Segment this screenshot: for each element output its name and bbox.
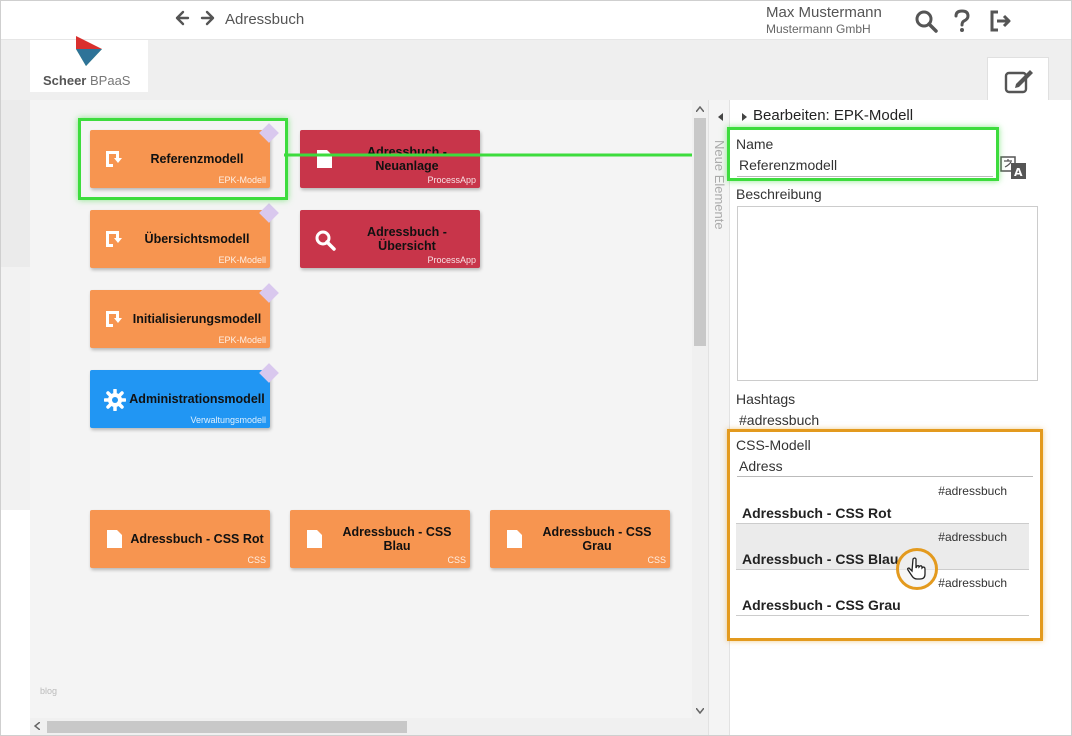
search-icon bbox=[314, 229, 336, 251]
css-input-underline bbox=[737, 476, 1033, 477]
card-type: EPK-Modell bbox=[218, 255, 266, 265]
option-tag: #adressbuch bbox=[938, 484, 1007, 498]
name-input[interactable]: Referenzmodell bbox=[739, 157, 837, 173]
card-type: CSS bbox=[447, 555, 466, 565]
logo-text: Scheer BPaaS bbox=[43, 73, 131, 88]
vertical-scrollbar[interactable] bbox=[692, 100, 708, 718]
css-model-input[interactable]: Adress bbox=[739, 458, 783, 474]
translate-icon[interactable]: A bbox=[1000, 154, 1028, 187]
card-adressbuch-uebersicht[interactable]: Adressbuch - Übersicht ProcessApp bbox=[300, 210, 480, 268]
scroll-left-icon[interactable] bbox=[33, 721, 41, 733]
option-name: Adressbuch - CSS Blau bbox=[742, 551, 899, 567]
hashtags-input[interactable]: #adressbuch bbox=[739, 412, 819, 428]
card-type: EPK-Modell bbox=[218, 175, 266, 185]
card-type: CSS bbox=[647, 555, 666, 565]
card-label: Adressbuch - CSS Blau bbox=[342, 525, 452, 553]
header-band bbox=[0, 40, 1072, 100]
vertical-scroll-thumb[interactable] bbox=[694, 118, 706, 346]
logout-icon[interactable] bbox=[988, 8, 1014, 34]
pointer-hand-icon bbox=[907, 557, 926, 580]
svg-text:A: A bbox=[1014, 166, 1023, 179]
search-icon[interactable] bbox=[913, 8, 939, 34]
name-label: Name bbox=[736, 136, 774, 152]
card-type: ProcessApp bbox=[427, 175, 476, 185]
top-bar: Adressbuch Max Mustermann Mustermann Gmb… bbox=[0, 0, 1072, 40]
css-option-grau[interactable]: #adressbuch Adressbuch - CSS Grau bbox=[736, 570, 1029, 616]
logo: Scheer BPaaS bbox=[30, 36, 148, 92]
collapse-left-icon[interactable] bbox=[717, 113, 723, 124]
scroll-down-icon[interactable] bbox=[695, 706, 705, 717]
new-elements-tab[interactable]: Neue Elemente bbox=[708, 100, 730, 736]
help-icon[interactable] bbox=[952, 8, 978, 34]
card-type: EPK-Modell bbox=[218, 335, 266, 345]
left-sliver-top bbox=[0, 100, 30, 267]
expand-right-icon[interactable] bbox=[742, 113, 748, 124]
document-icon bbox=[104, 529, 124, 549]
document-icon bbox=[504, 529, 524, 549]
css-option-rot[interactable]: #adressbuch Adressbuch - CSS Rot bbox=[736, 478, 1029, 524]
back-arrow-icon[interactable] bbox=[174, 10, 190, 31]
document-icon bbox=[304, 529, 324, 549]
card-uebersichtsmodell[interactable]: Übersichtsmodell EPK-Modell bbox=[90, 203, 279, 268]
new-elements-label[interactable]: Neue Elemente bbox=[712, 140, 727, 230]
cursor-highlight bbox=[896, 548, 938, 590]
card-initialisierungsmodell[interactable]: Initialisierungsmodell EPK-Modell bbox=[90, 283, 279, 348]
card-css-rot[interactable]: Adressbuch - CSS Rot CSS bbox=[90, 510, 270, 568]
card-label: Adressbuch - CSS Grau bbox=[542, 525, 652, 553]
epk-model-icon bbox=[104, 229, 124, 249]
option-tag: #adressbuch bbox=[938, 530, 1007, 544]
hashtags-label: Hashtags bbox=[736, 391, 796, 407]
page-title: Adressbuch bbox=[225, 11, 305, 28]
connector-arrow-icon bbox=[284, 148, 720, 162]
edit-panel: Bearbeiten: EPK-Modell Name Referenzmode… bbox=[730, 100, 1072, 736]
panel-title: Bearbeiten: EPK-Modell bbox=[753, 107, 914, 124]
card-referenzmodell[interactable]: Referenzmodell EPK-Modell bbox=[90, 123, 279, 188]
horizontal-scrollbar[interactable] bbox=[30, 718, 708, 736]
user-company: Mustermann GmbH bbox=[766, 22, 871, 36]
card-type: ProcessApp bbox=[427, 255, 476, 265]
forward-arrow-icon[interactable] bbox=[200, 10, 216, 31]
gear-icon bbox=[103, 388, 127, 412]
user-name[interactable]: Max Mustermann bbox=[766, 4, 882, 21]
edit-tab[interactable] bbox=[987, 57, 1049, 100]
css-model-label: CSS-Modell bbox=[736, 437, 811, 453]
horizontal-scroll-thumb[interactable] bbox=[47, 721, 407, 733]
description-label: Beschreibung bbox=[736, 186, 822, 202]
card-administrationsmodell[interactable]: Administrationsmodell Verwaltungsmodell bbox=[90, 363, 279, 428]
option-name: Adressbuch - CSS Rot bbox=[742, 505, 892, 521]
card-label: Adressbuch - CSS Rot bbox=[130, 532, 264, 546]
epk-model-icon bbox=[104, 149, 124, 169]
card-css-blau[interactable]: Adressbuch - CSS Blau CSS bbox=[290, 510, 470, 568]
card-type: Verwaltungsmodell bbox=[190, 415, 266, 425]
name-input-underline bbox=[737, 176, 993, 177]
card-type: CSS bbox=[247, 555, 266, 565]
edit-icon bbox=[1004, 70, 1033, 94]
logo-icon bbox=[76, 36, 102, 66]
epk-model-icon bbox=[104, 309, 124, 329]
option-tag: #adressbuch bbox=[938, 576, 1007, 590]
blog-label: blog bbox=[40, 686, 58, 696]
css-option-blau[interactable]: #adressbuch Adressbuch - CSS Blau bbox=[736, 524, 1029, 570]
description-textarea[interactable] bbox=[737, 206, 1038, 381]
scroll-up-icon[interactable] bbox=[695, 104, 705, 115]
option-name: Adressbuch - CSS Grau bbox=[742, 597, 901, 613]
card-css-grau[interactable]: Adressbuch - CSS Grau CSS bbox=[490, 510, 670, 568]
